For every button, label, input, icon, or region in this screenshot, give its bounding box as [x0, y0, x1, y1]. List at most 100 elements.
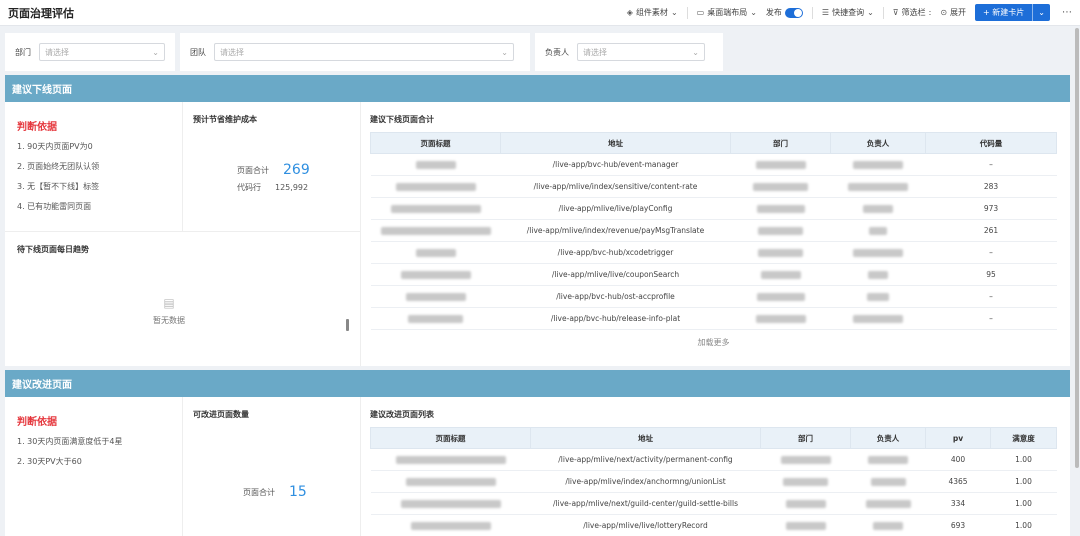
redacted-cell	[730, 241, 831, 264]
address-cell[interactable]: /live-app/bvc-hub/release-info-plat	[500, 307, 731, 330]
new-card-button[interactable]: + 新建卡片 ⌄	[975, 4, 1050, 21]
page-title: 页面治理评估	[8, 6, 74, 20]
code-lines-row: 代码行 125,992	[193, 182, 350, 193]
publish-toggle[interactable]	[784, 7, 803, 18]
chevron-down-icon[interactable]: ⌄	[1032, 4, 1050, 21]
column-header[interactable]: 页面标题	[370, 427, 531, 449]
table-row[interactable]: /live-app/mlive/live/playConfig 973	[370, 197, 1057, 220]
address-cell[interactable]: /live-app/mlive/next/guild-center/guild-…	[530, 492, 761, 515]
redacted-text	[785, 522, 826, 530]
criteria-item: 1. 90天内页面PV为0	[17, 142, 93, 151]
page-total-label: 页面合计	[243, 487, 275, 497]
filter-bar-button[interactable]: ⊽ 筛选栏:	[893, 7, 932, 18]
table-row[interactable]: /live-app/mlive/next/activity/permanent-…	[370, 448, 1057, 471]
page-scrollbar[interactable]	[1075, 28, 1079, 468]
column-header[interactable]: 地址	[500, 132, 731, 154]
dept-select[interactable]: 请选择 ⌄	[39, 43, 165, 61]
redacted-text	[756, 293, 805, 301]
chevron-down-icon: ⌄	[867, 8, 874, 17]
column-header[interactable]: 负责人	[830, 132, 926, 154]
address-cell[interactable]: /live-app/mlive/index/sensitive/content-…	[500, 175, 731, 198]
redacted-text	[853, 161, 903, 169]
table-title: 建议下线页面合计	[370, 115, 434, 124]
column-header[interactable]: 负责人	[850, 427, 926, 449]
improve-section: 建议改进页面 判断依据 1. 30天内页面满意度低于4星 2. 30天PV大于60…	[5, 370, 1070, 536]
table-row[interactable]: /live-app/mlive/index/revenue/payMsgTran…	[370, 219, 1057, 242]
code-cell: –	[925, 285, 1057, 308]
no-data-text: 暂无数据	[153, 316, 185, 325]
table-row[interactable]: /live-app/bvc-hub/xcodetrigger –	[370, 241, 1057, 264]
divider	[686, 6, 688, 19]
address-cell[interactable]: /live-app/mlive/live/playConfig	[500, 197, 731, 220]
column-header[interactable]: 部门	[760, 427, 851, 449]
page-total-label: 页面合计	[237, 165, 269, 175]
address-cell[interactable]: /live-app/bvc-hub/ost-accprofile	[500, 285, 731, 308]
redacted-text	[848, 183, 908, 191]
redacted-text	[853, 315, 903, 323]
code-cell: 95	[925, 263, 1057, 286]
load-more-link[interactable]: 加载更多	[370, 337, 1057, 348]
address-cell[interactable]: /live-app/bvc-hub/xcodetrigger	[500, 241, 731, 264]
address-cell[interactable]: /live-app/bvc-hub/event-manager	[500, 153, 731, 176]
criteria-list: 1. 90天内页面PV为0 2. 页面始终无团队认领 3. 无【暂不下线】标签 4. …	[17, 137, 170, 217]
table-row[interactable]: /live-app/mlive/live/lotteryRecord 693 1.0…	[370, 514, 1057, 536]
address-cell[interactable]: /live-app/mlive/index/anchormng/unionLis…	[530, 470, 761, 493]
redacted-text	[870, 478, 906, 486]
count-title: 可改进页面数量	[193, 410, 249, 419]
redacted-text	[758, 227, 803, 235]
redacted-text	[868, 271, 888, 279]
redacted-cell	[370, 197, 501, 220]
offline-section: 建议下线页面 判断依据 1. 90天内页面PV为0 2. 页面始终无团队认领 3. …	[5, 75, 1070, 366]
redacted-text	[400, 500, 501, 508]
criteria-item: 2. 页面始终无团队认领	[17, 162, 100, 171]
divider	[882, 6, 884, 19]
column-header[interactable]: 地址	[530, 427, 761, 449]
chevron-down-icon: ⌄	[692, 47, 699, 57]
empty-box-icon: ▤	[163, 296, 175, 310]
more-icon[interactable]: ⋯	[1062, 7, 1072, 18]
improve-table-card: 建议改进页面列表 页面标题 地址 部门 负责人 pv 满意度 /live-app/mliv…	[370, 397, 1057, 536]
table-row[interactable]: /live-app/bvc-hub/release-info-plat –	[370, 307, 1057, 330]
code-cell: –	[925, 153, 1057, 176]
table-row[interactable]: /live-app/mlive/index/sensitive/content-…	[370, 175, 1057, 198]
table-row[interactable]: /live-app/mlive/next/guild-center/guild-…	[370, 492, 1057, 515]
count-card: 可改进页面数量 页面合计 15	[183, 397, 361, 536]
redacted-cell	[830, 263, 926, 286]
owner-select[interactable]: 请选择 ⌄	[577, 43, 705, 61]
page-total-value: 269	[283, 162, 310, 178]
redacted-cell	[830, 175, 926, 198]
toolbar: ◈ 组件素材 ⌄ ▭ 桌面端布局 ⌄ 发布 ☰ 快捷查询 ⌄ ⊽ 筛选栏: ⊙ 展开 + 新建卡…	[627, 4, 1072, 21]
filter-row: 部门 请选择 ⌄ 团队 请选择 ⌄ 负责人 请选择 ⌄	[5, 33, 723, 73]
team-select[interactable]: 请选择 ⌄	[214, 43, 514, 61]
component-icon: ◈	[626, 8, 633, 17]
team-label: 团队	[190, 47, 206, 57]
table-row[interactable]: /live-app/bvc-hub/event-manager –	[370, 153, 1057, 176]
basis-title: 判断依据	[17, 122, 57, 133]
publish-toggle-group[interactable]: 发布	[766, 7, 803, 18]
column-header[interactable]: 代码量	[925, 132, 1057, 154]
desktop-layout-button[interactable]: ▭ 桌面端布局 ⌄	[697, 7, 757, 18]
redacted-text	[868, 456, 908, 464]
table-row[interactable]: /live-app/mlive/live/couponSearch 95	[370, 263, 1057, 286]
quick-query-label: 快捷查询	[832, 8, 865, 17]
column-header[interactable]: 部门	[730, 132, 831, 154]
address-cell[interactable]: /live-app/mlive/index/revenue/payMsgTran…	[500, 219, 731, 242]
redacted-cell	[370, 470, 531, 493]
quick-query-button[interactable]: ☰ 快捷查询 ⌄	[822, 7, 874, 18]
redacted-text	[405, 293, 466, 301]
column-header[interactable]: 满意度	[990, 427, 1057, 449]
scroll-handle[interactable]	[346, 319, 349, 331]
address-cell[interactable]: /live-app/mlive/next/activity/permanent-…	[530, 448, 761, 471]
column-header[interactable]: pv	[925, 427, 991, 449]
expand-button[interactable]: ⊙ 展开	[940, 7, 966, 18]
filter-icon: ⊽	[892, 8, 899, 17]
address-cell[interactable]: /live-app/mlive/live/couponSearch	[500, 263, 731, 286]
table-row[interactable]: /live-app/mlive/index/anchormng/unionLis…	[370, 470, 1057, 493]
redacted-cell	[830, 197, 926, 220]
redacted-text	[380, 227, 491, 235]
divider	[811, 6, 813, 19]
component-button[interactable]: ◈ 组件素材 ⌄	[627, 7, 678, 18]
table-row[interactable]: /live-app/bvc-hub/ost-accprofile –	[370, 285, 1057, 308]
column-header[interactable]: 页面标题	[370, 132, 501, 154]
address-cell[interactable]: /live-app/mlive/live/lotteryRecord	[530, 514, 761, 536]
